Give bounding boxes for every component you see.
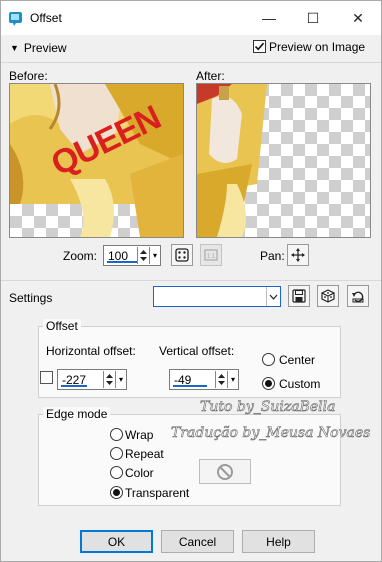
app-icon bbox=[8, 10, 24, 26]
before-preview-image: QUEEN bbox=[9, 83, 184, 238]
center-radio[interactable] bbox=[262, 353, 275, 366]
before-label: Before: bbox=[9, 69, 48, 83]
save-preset-button[interactable] bbox=[288, 285, 310, 307]
edge-wrap-radio[interactable] bbox=[110, 428, 123, 441]
watermark-line-2: Tradução by_Meusa Novaes bbox=[171, 425, 371, 442]
fit-icon bbox=[175, 248, 189, 262]
actual-size-button: 1:1 bbox=[200, 244, 222, 266]
minimize-button[interactable]: — bbox=[247, 1, 291, 35]
preview-toggle[interactable]: ▼ Preview bbox=[10, 41, 67, 55]
horizontal-offset-underline bbox=[61, 385, 87, 387]
zoom-stepper[interactable]: 100 ▾ bbox=[103, 245, 161, 266]
actual-size-icon: 1:1 bbox=[204, 249, 218, 261]
dice-icon bbox=[321, 289, 335, 303]
randomize-button[interactable] bbox=[317, 285, 339, 307]
link-offsets-checkbox[interactable] bbox=[40, 371, 53, 384]
zoom-label: Zoom: bbox=[63, 249, 98, 263]
checkmark-icon bbox=[254, 42, 265, 51]
settings-label: Settings bbox=[9, 291, 53, 305]
edge-mode-group-title: Edge mode bbox=[43, 407, 111, 421]
divider bbox=[1, 280, 381, 281]
zoom-spin-arrows[interactable] bbox=[137, 247, 148, 264]
window-title: Offset bbox=[30, 11, 62, 25]
horizontal-offset-stepper[interactable]: -227 ▾ bbox=[57, 369, 127, 390]
reset-button[interactable] bbox=[347, 285, 369, 307]
ok-button[interactable]: OK bbox=[80, 530, 153, 553]
after-label: After: bbox=[196, 69, 225, 83]
vertical-offset-label: Vertical offset: bbox=[159, 344, 235, 358]
chevron-down-icon bbox=[266, 287, 280, 306]
edge-color-radio[interactable] bbox=[110, 466, 123, 479]
chevron-down-icon[interactable]: ▾ bbox=[115, 371, 126, 388]
preview-on-image-checkbox[interactable] bbox=[253, 40, 266, 53]
preview-toggle-label: Preview bbox=[23, 41, 67, 55]
horizontal-spin-arrows[interactable] bbox=[103, 371, 114, 388]
pan-label: Pan: bbox=[260, 249, 285, 263]
edge-wrap-label: Wrap bbox=[125, 428, 154, 442]
triangle-down-icon: ▼ bbox=[10, 43, 19, 53]
custom-radio[interactable] bbox=[262, 377, 275, 390]
offset-group-title: Offset bbox=[43, 319, 81, 333]
help-button[interactable]: Help bbox=[242, 530, 315, 553]
divider bbox=[1, 62, 381, 63]
move-icon bbox=[291, 248, 305, 262]
chevron-down-icon[interactable]: ▾ bbox=[227, 371, 238, 388]
chevron-down-icon[interactable]: ▾ bbox=[149, 247, 160, 264]
preset-dropdown[interactable] bbox=[153, 286, 281, 307]
vertical-offset-underline bbox=[173, 385, 207, 387]
cancel-button[interactable]: Cancel bbox=[161, 530, 234, 553]
zoom-underline bbox=[107, 261, 137, 263]
edge-transparent-label: Transparent bbox=[125, 486, 190, 500]
custom-label: Custom bbox=[279, 377, 321, 391]
edge-repeat-label: Repeat bbox=[125, 447, 164, 461]
title-bar[interactable]: Offset — ☐ ✕ bbox=[1, 1, 381, 35]
edge-repeat-radio[interactable] bbox=[110, 447, 123, 460]
center-label: Center bbox=[279, 353, 316, 367]
floppy-disk-icon bbox=[292, 289, 306, 303]
maximize-button[interactable]: ☐ bbox=[291, 1, 335, 35]
no-color-icon bbox=[217, 463, 233, 480]
pan-button[interactable] bbox=[287, 244, 309, 266]
edge-color-label: Color bbox=[125, 466, 154, 480]
close-button[interactable]: ✕ bbox=[336, 1, 380, 35]
zoom-to-fit-button[interactable] bbox=[171, 244, 193, 266]
offset-dialog: Offset — ☐ ✕ ▼ Preview Preview on Image … bbox=[0, 0, 382, 562]
svg-text:1:1: 1:1 bbox=[207, 254, 216, 260]
watermark-line-1: Tuto by_SuizaBella bbox=[200, 399, 336, 416]
reset-icon bbox=[352, 291, 364, 303]
horizontal-offset-label: Horizontal offset: bbox=[46, 344, 136, 358]
edge-transparent-radio[interactable] bbox=[110, 486, 123, 499]
vertical-spin-arrows[interactable] bbox=[215, 371, 226, 388]
preview-on-image-label: Preview on Image bbox=[269, 40, 366, 54]
vertical-offset-stepper[interactable]: -49 ▾ bbox=[169, 369, 239, 390]
edge-color-swatch bbox=[199, 459, 251, 484]
after-preview-image bbox=[196, 83, 371, 238]
